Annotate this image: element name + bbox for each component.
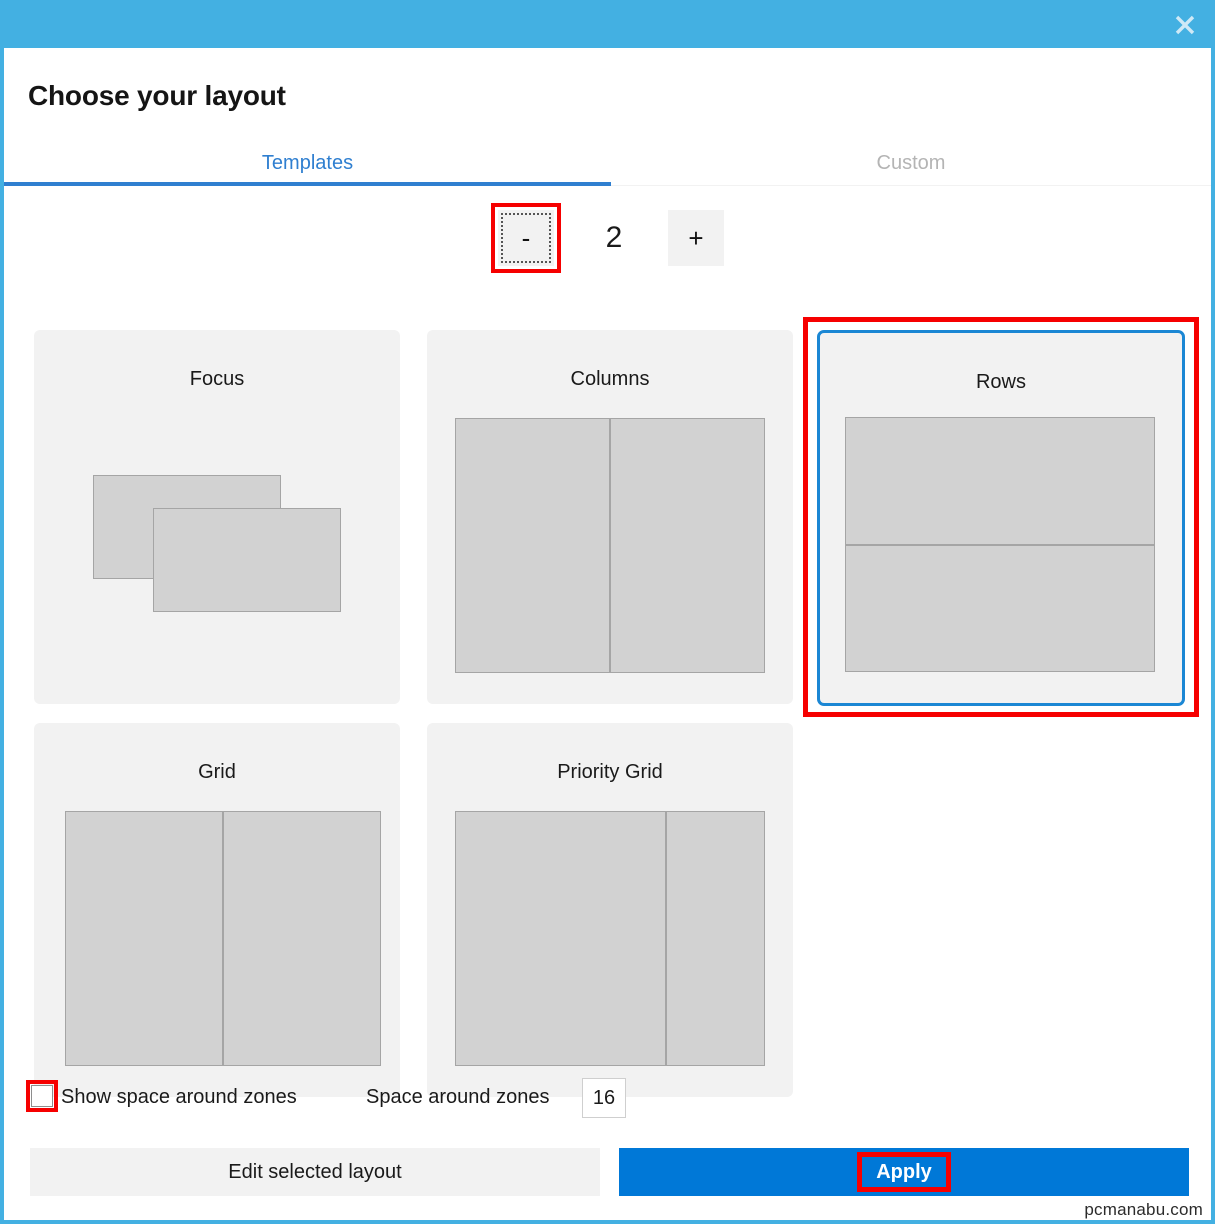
tab-active-underline: [4, 182, 611, 186]
space-around-zones-label: Space around zones: [366, 1086, 550, 1108]
show-space-label: Show space around zones: [61, 1086, 297, 1108]
dialog-body: Choose your layout Templates Custom - 2 …: [4, 48, 1211, 1220]
show-space-checkbox[interactable]: [31, 1085, 53, 1107]
rows-preview: [845, 417, 1155, 672]
options-row: Show space around zones Space around zon…: [4, 1068, 1211, 1132]
focus-template-card[interactable]: Focus: [34, 330, 400, 704]
show-space-annotation-box: [26, 1080, 58, 1112]
columns-preview: [455, 418, 765, 673]
decrement-annotation-box: -: [491, 203, 561, 273]
apply-annotation-box: Apply: [857, 1152, 951, 1192]
tab-templates[interactable]: Templates: [4, 140, 611, 186]
increment-button[interactable]: +: [668, 210, 724, 266]
priority-grid-zone-2: [665, 811, 765, 1066]
space-around-zones-input[interactable]: 16: [582, 1078, 626, 1118]
priority-grid-template-card[interactable]: Priority Grid: [427, 723, 793, 1097]
rows-template-label: Rows: [975, 371, 1026, 393]
tab-bar: Templates Custom: [4, 140, 1211, 190]
columns-zone-2: [610, 418, 765, 673]
grid-zone-1: [65, 811, 223, 1066]
site-watermark: pcmanabu.com: [1084, 1200, 1203, 1219]
priority-grid-zone-1: [455, 811, 666, 1066]
page-title: Choose your layout: [28, 80, 286, 111]
edit-selected-layout-button[interactable]: Edit selected layout: [30, 1148, 600, 1196]
grid-zone-2: [223, 811, 381, 1066]
tab-custom[interactable]: Custom: [611, 140, 1211, 186]
tab-templates-label: Templates: [261, 151, 354, 174]
columns-template-label: Columns: [570, 368, 650, 390]
priority-grid-template-label: Priority Grid: [557, 761, 663, 783]
tab-inactive-underline: [611, 185, 1211, 186]
title-bar: [4, 4, 1211, 48]
apply-button[interactable]: Apply: [619, 1148, 1189, 1196]
zone-count-value: 2: [605, 221, 623, 254]
footer-buttons: Edit selected layout Apply: [4, 1148, 1211, 1204]
focus-zone-2: [153, 508, 341, 612]
close-icon[interactable]: [1165, 10, 1205, 40]
template-grid: Focus Columns Rows Grid Priority Grid: [4, 286, 1211, 1097]
grid-template-card[interactable]: Grid: [34, 723, 400, 1097]
columns-template-card[interactable]: Columns: [427, 330, 793, 704]
grid-preview: [65, 811, 381, 1066]
rows-template-card[interactable]: Rows: [817, 330, 1185, 706]
focus-preview: [34, 330, 400, 704]
zone-count-stepper: - 2 +: [4, 198, 1211, 278]
decrement-button[interactable]: -: [498, 210, 554, 266]
grid-template-label: Grid: [198, 761, 236, 783]
choose-layout-dialog: Choose your layout Templates Custom - 2 …: [0, 0, 1215, 1224]
apply-button-label: Apply: [876, 1161, 932, 1183]
rows-zone-2: [845, 544, 1155, 672]
priority-grid-preview: [455, 811, 765, 1066]
rows-zone-1: [845, 417, 1155, 545]
rows-annotation-box: Rows: [803, 317, 1199, 717]
columns-zone-1: [455, 418, 610, 673]
tab-custom-label: Custom: [876, 151, 946, 174]
